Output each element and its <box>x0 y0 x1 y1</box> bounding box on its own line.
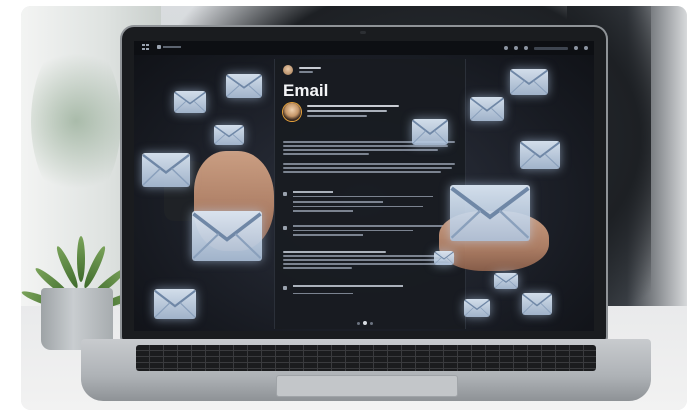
envelope-icon <box>226 74 262 98</box>
sender-header <box>283 65 321 75</box>
background-plant <box>31 36 121 206</box>
bullet-icon <box>283 192 287 196</box>
envelope-icon <box>522 293 552 315</box>
envelope-icon <box>154 289 196 319</box>
email-panel: Email <box>274 59 466 329</box>
sender-info <box>307 105 399 117</box>
trackpad[interactable] <box>276 375 458 397</box>
pagination-dots[interactable] <box>357 321 373 325</box>
close-icon[interactable] <box>584 46 588 50</box>
envelope-icon <box>464 299 490 317</box>
email-paragraph-2 <box>283 163 455 175</box>
refresh-icon[interactable] <box>514 46 518 50</box>
list-item <box>283 225 459 236</box>
envelope-icon <box>494 273 518 289</box>
envelope-icon <box>214 125 244 145</box>
envelope-icon <box>412 119 448 145</box>
webcam <box>360 31 366 34</box>
envelope-icon <box>142 153 190 187</box>
avatar[interactable] <box>283 65 293 75</box>
laptop-screen: Email <box>134 41 594 331</box>
bullet-icon <box>283 286 287 290</box>
minimize-icon[interactable] <box>574 46 578 50</box>
envelope-icon <box>192 211 262 261</box>
envelope-icon <box>450 185 530 241</box>
bullet-icon <box>283 226 287 230</box>
mail-app-icon[interactable] <box>157 45 181 51</box>
list-item <box>283 285 459 294</box>
email-paragraph-3 <box>283 251 455 271</box>
envelope-icon <box>510 69 548 95</box>
keyboard[interactable] <box>136 345 596 371</box>
list-item <box>283 191 459 212</box>
grid-icon[interactable] <box>142 44 149 52</box>
search-input[interactable] <box>534 47 568 50</box>
envelope-icon <box>174 91 206 113</box>
laptop-base <box>81 339 651 401</box>
screen-topbar <box>134 41 594 55</box>
envelope-icon <box>520 141 560 169</box>
envelope-icon <box>434 251 454 265</box>
search-icon[interactable] <box>524 46 528 50</box>
sender-avatar[interactable] <box>283 103 301 121</box>
email-title: Email <box>283 81 329 100</box>
laptop-lid: Email <box>122 27 606 341</box>
photo-frame: Email <box>21 6 687 410</box>
envelope-icon <box>470 97 504 121</box>
settings-icon[interactable] <box>504 46 508 50</box>
